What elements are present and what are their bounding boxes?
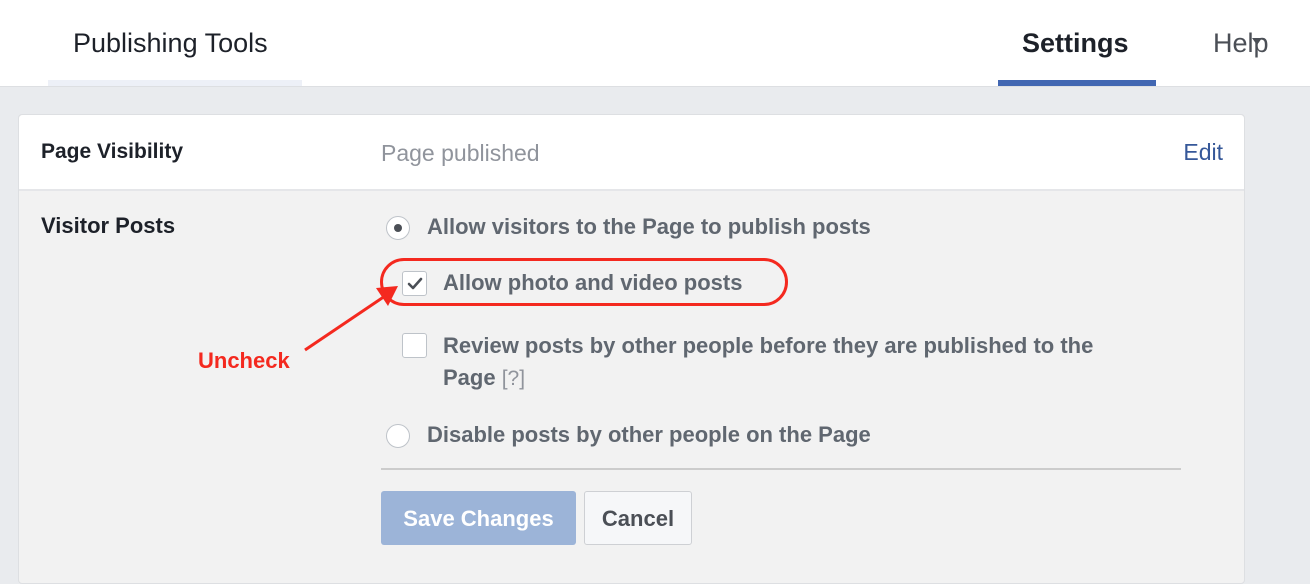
annotation-label: Uncheck bbox=[198, 348, 290, 373]
annotation-arrow-icon bbox=[304, 286, 398, 352]
